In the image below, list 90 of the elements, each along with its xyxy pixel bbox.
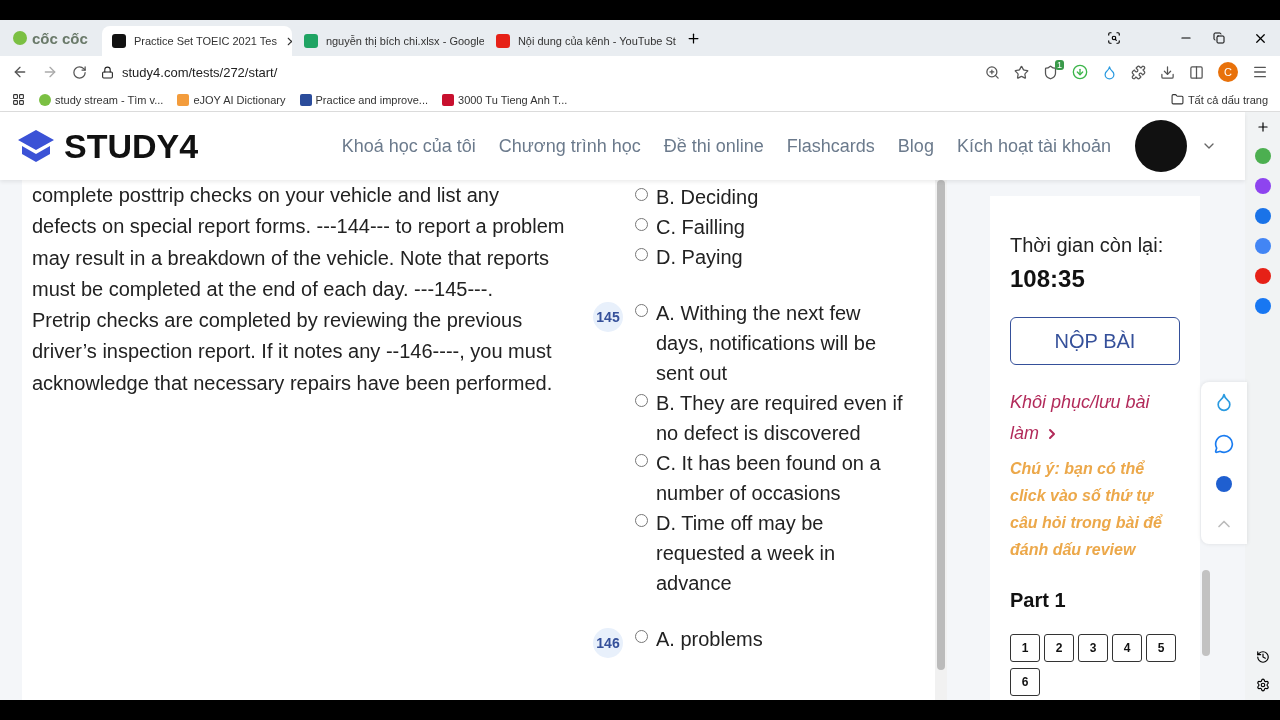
radio-button[interactable]: [635, 248, 648, 261]
nav-link[interactable]: Khoá học của tôi: [341, 135, 476, 157]
new-tab-icon[interactable]: [685, 30, 701, 46]
option-label[interactable]: D. Time off may be requested a week in advance: [656, 508, 905, 598]
nav-link[interactable]: Kích hoạt tài khoản: [956, 135, 1111, 157]
site-logo: STUDY4: [16, 126, 199, 166]
chat-icon[interactable]: [1214, 434, 1234, 454]
note-text: Chú ý: bạn có thể click vào số thứ tự câu hỏi trong bài để đánh dấu review: [1010, 459, 1164, 560]
option-label[interactable]: B. Deciding: [656, 182, 759, 212]
scrollbar[interactable]: [935, 180, 947, 700]
sidebar-app-icon[interactable]: [1254, 178, 1271, 194]
tab-favicon-icon: [303, 34, 318, 48]
passage-text: Pretrip checks are completed by reviewing the previous driver’s inspection report. If it notes any --146----, you must acknowledge that necessary repairs have been performed.: [32, 308, 554, 396]
option-label[interactable]: A. problems: [656, 624, 763, 654]
radio-button[interactable]: [635, 394, 648, 407]
back-icon[interactable]: [12, 64, 28, 80]
timer-label: Thời gian còn lại:: [1010, 234, 1165, 257]
folder-icon: [1170, 93, 1184, 106]
reload-icon[interactable]: [72, 64, 87, 80]
nav-link[interactable]: Đề thi online: [663, 135, 764, 157]
question-nav-button[interactable]: 1: [1010, 634, 1040, 662]
nav-link[interactable]: Blog: [897, 135, 934, 157]
radio-button[interactable]: [635, 188, 648, 201]
radio-button[interactable]: [635, 304, 648, 317]
sidebar-app-icon[interactable]: [1254, 238, 1271, 254]
all-bookmarks[interactable]: Tất cả dấu trang: [1170, 93, 1268, 106]
bookmark-star-icon[interactable]: [1014, 64, 1029, 80]
browser-tab[interactable]: nguyễn thị bích chi.xlsx - Google: [293, 26, 484, 56]
bookmark-favicon-icon: [177, 93, 190, 106]
question-nav-button[interactable]: 4: [1112, 634, 1142, 662]
download-circle-icon[interactable]: [1072, 64, 1088, 80]
shield-icon[interactable]: [1043, 64, 1058, 80]
radio-button[interactable]: [635, 630, 648, 643]
nav-link[interactable]: Flashcards: [786, 135, 875, 157]
bookmark-item[interactable]: study stream - Tìm v...: [39, 93, 164, 106]
browser-tab[interactable]: Nội dung của kênh - YouTube St: [485, 26, 676, 56]
history-icon[interactable]: [1255, 650, 1270, 664]
settings-icon[interactable]: [1255, 678, 1270, 692]
question-number[interactable]: 145: [593, 302, 623, 332]
drop-icon[interactable]: [1102, 64, 1117, 80]
browser-tab[interactable]: Practice Set TOEIC 2021 Tes: [101, 26, 292, 56]
question-nav-button[interactable]: 5: [1146, 634, 1176, 662]
question-number[interactable]: 146: [593, 628, 623, 658]
chat-circle-icon[interactable]: [1216, 476, 1232, 492]
bookmark-favicon-icon: [442, 93, 454, 106]
sidebar-app-icon[interactable]: [1254, 298, 1271, 314]
nav-link[interactable]: Chương trình học: [498, 135, 641, 157]
download-icon[interactable]: [1160, 64, 1175, 80]
sidebar-app-icon[interactable]: [1254, 208, 1271, 224]
tab-favicon-icon: [495, 34, 510, 48]
option-label[interactable]: D. Paying: [656, 242, 743, 272]
sidebar-app-icon[interactable]: [1254, 148, 1271, 164]
address-bar[interactable]: study4.com/tests/272/start/: [101, 58, 971, 86]
menu-icon[interactable]: [1252, 64, 1268, 80]
bookmark-item[interactable]: eJOY AI Dictionary: [177, 93, 286, 106]
logo-mark-icon: [16, 128, 56, 164]
radio-button[interactable]: [635, 514, 648, 527]
timer: 108:35: [1010, 265, 1086, 293]
user-avatar[interactable]: [1135, 120, 1187, 172]
lock-icon: [101, 65, 114, 79]
zoom-icon[interactable]: [985, 64, 1000, 80]
bookmark-favicon-icon: [299, 93, 312, 106]
browser-logo-icon: [12, 30, 28, 46]
question-nav-button[interactable]: 2: [1044, 634, 1074, 662]
tab-favicon-icon: [111, 34, 126, 48]
radio-button[interactable]: [635, 218, 648, 231]
sidebar-app-icon[interactable]: [1254, 268, 1271, 284]
question-nav-button[interactable]: 3: [1078, 634, 1108, 662]
restore-link[interactable]: Khôi phục/lưu bài làm: [1010, 387, 1180, 449]
extension-badge: 1: [1055, 59, 1064, 70]
part-title: Part 1: [1010, 589, 1067, 612]
restore-icon[interactable]: [1213, 32, 1225, 44]
drop-icon[interactable]: [1214, 392, 1234, 412]
add-icon[interactable]: [1255, 120, 1270, 134]
option-label[interactable]: A. Withing the next few days, notifications will be sent out: [656, 298, 905, 388]
option-label[interactable]: C. It has been found on a number of occasions: [656, 448, 905, 508]
side-panel-icon[interactable]: [1189, 64, 1204, 80]
option-label[interactable]: B. They are required even if no defect is discovered: [656, 388, 905, 448]
radio-button[interactable]: [635, 454, 648, 467]
bookmark-favicon-icon: [39, 93, 51, 106]
extensions-icon[interactable]: [1131, 64, 1146, 80]
apps-icon[interactable]: [12, 93, 25, 106]
bookmark-item[interactable]: Practice and improve...: [299, 93, 428, 106]
option-label[interactable]: C. Failling: [656, 212, 745, 242]
browser-brand: cốc cốc: [12, 29, 88, 47]
submit-button[interactable]: NỘP BÀI: [1010, 317, 1180, 365]
screen-search-icon[interactable]: [1107, 31, 1121, 45]
bookmark-item[interactable]: 3000 Tu Tieng Anh T...: [442, 93, 568, 106]
question-nav-button[interactable]: 6: [1010, 668, 1040, 696]
passage-text: complete posttrip checks on your vehicle and list any defects on special report forms. ---144--- to report a problem may result in a breakdown of the vehicle. Note that reports must be completed at the end of each day. ---145---.: [32, 183, 566, 302]
